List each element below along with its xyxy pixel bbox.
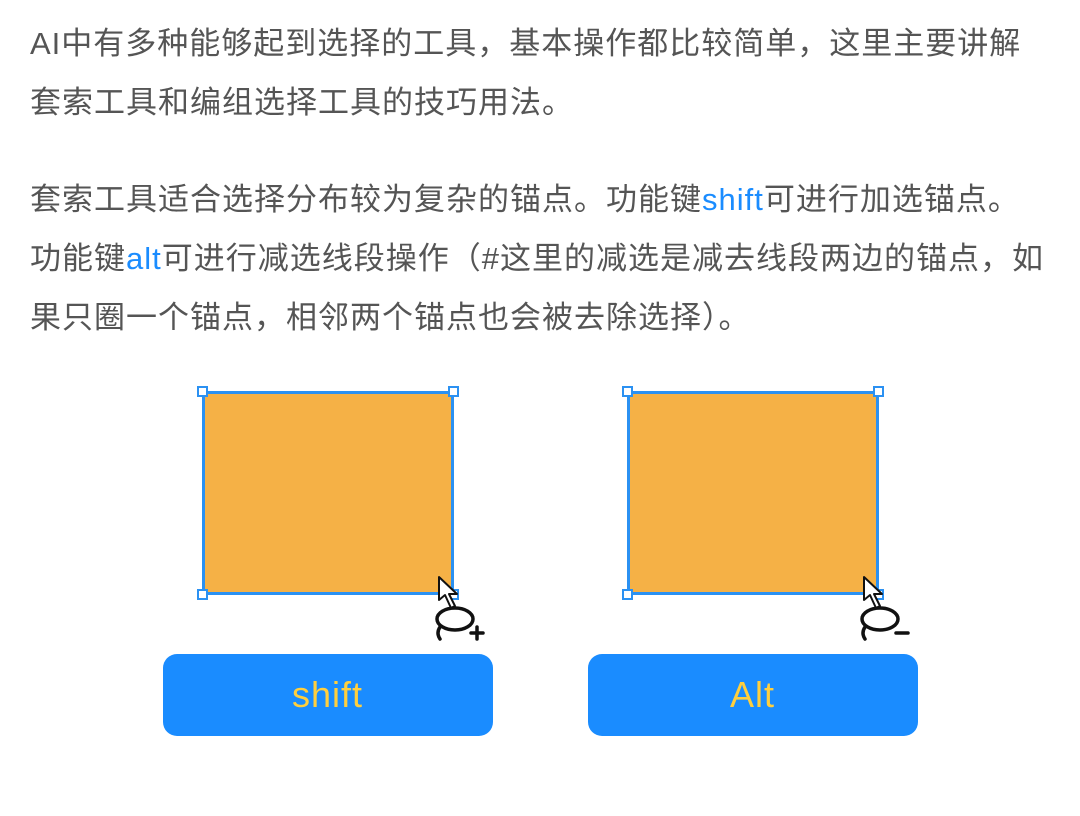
handle-icon [622,386,633,397]
intro-paragraph: AI中有多种能够起到选择的工具，基本操作都比较简单，这里主要讲解套索工具和编组选… [30,15,1050,133]
figures-row: shift Alt [30,387,1050,736]
lasso-paragraph: 套索工具适合选择分布较为复杂的锚点。功能键shift可进行加选锚点。功能键alt… [30,171,1050,348]
handle-icon [197,386,208,397]
lasso-text-c: 可进行减选线段操作（#这里的减选是减去线段两边的锚点，如果只圈一个锚点，相邻两个… [30,241,1044,335]
alt-key-label: Alt [588,654,918,736]
selected-shape [202,391,454,595]
handle-icon [448,386,459,397]
selection-box-alt [623,387,883,599]
hl-shift: shift [702,182,764,217]
handle-icon [448,589,459,600]
figure-shift: shift [163,387,493,736]
hl-alt: alt [126,241,162,276]
selection-box-shift [198,387,458,599]
handle-icon [873,589,884,600]
lasso-text-a: 套索工具适合选择分布较为复杂的锚点。功能键 [30,182,702,217]
figure-alt: Alt [588,387,918,736]
handle-icon [197,589,208,600]
handle-icon [873,386,884,397]
handle-icon [622,589,633,600]
selected-shape [627,391,879,595]
shift-key-label: shift [163,654,493,736]
